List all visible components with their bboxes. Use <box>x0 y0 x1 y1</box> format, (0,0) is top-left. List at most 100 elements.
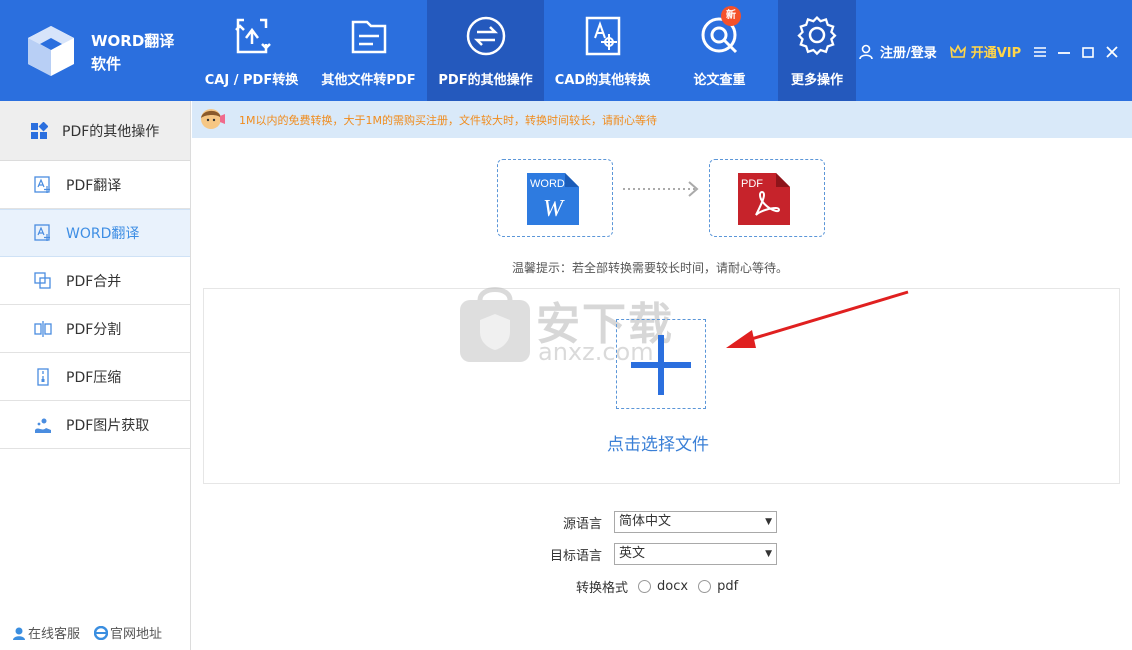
nav-thesis-check[interactable]: 论文查重 <box>661 0 778 101</box>
sidebar-header-label: PDF的其他操作 <box>62 123 160 140</box>
nav-cad-other[interactable]: CAD的其他转换 <box>544 0 661 101</box>
maximize-button[interactable] <box>1081 44 1095 60</box>
sidebar-item-label: PDF压缩 <box>66 369 122 386</box>
mascot-icon <box>201 109 225 129</box>
user-icon <box>859 44 873 59</box>
format-radio-docx[interactable]: docx <box>638 579 688 594</box>
nav-more-ops[interactable]: 更多操作 <box>778 0 856 101</box>
watermark: 安下载 anxz.com <box>458 284 672 368</box>
nav-other-to-pdf[interactable]: 其他文件转PDF <box>310 0 427 101</box>
conversion-arrow-icon <box>623 181 699 197</box>
watermark-logo-icon <box>460 287 530 362</box>
source-language-row: 源语言 简体中文 ▼ <box>552 511 777 533</box>
radio-circle <box>638 580 652 593</box>
sidebar-header: PDF的其他操作 <box>0 101 190 161</box>
sidebar-item-pdf-merge[interactable]: PDF合并 <box>0 257 190 305</box>
source-language-select[interactable]: 简体中文 ▼ <box>614 511 777 533</box>
pdf-file-tag: PDF <box>741 178 763 190</box>
sidebar-item-word-translate[interactable]: WORD翻译 <box>0 209 190 257</box>
menu-button[interactable] <box>1033 44 1047 60</box>
source-language-label: 源语言 <box>562 516 602 532</box>
choose-file-link[interactable]: 点击选择文件 <box>607 430 709 455</box>
gear-icon <box>797 16 837 56</box>
sidebar-item-label: PDF分割 <box>66 321 122 338</box>
nav-caj-pdf[interactable]: CAJ / PDF转换 <box>193 0 310 101</box>
sidebar-item-pdf-split[interactable]: PDF分割 <box>0 305 190 353</box>
add-file-button[interactable] <box>616 319 706 409</box>
conversion-tip: 温馨提示：若全部转换需要较长时间，请耐心等待。 <box>512 261 789 275</box>
nav-caj-pdf-label: CAJ / PDF转换 <box>204 73 299 88</box>
sidebar-footer: 在线客服 官网地址 <box>12 623 176 642</box>
nav-pdf-other-ops-label: PDF的其他操作 <box>438 73 533 88</box>
word-file-icon: WORD W <box>527 173 579 225</box>
nav-thesis-check-label: 论文查重 <box>693 73 746 88</box>
pdf-file-icon: PDF <box>738 173 790 225</box>
new-badge: 新 <box>721 6 741 26</box>
minimize-button[interactable] <box>1057 44 1071 60</box>
red-arrow-annotation <box>726 290 909 348</box>
headset-icon <box>13 627 25 640</box>
target-language-row: 目标语言 英文 ▼ <box>540 543 777 565</box>
word-file-letter: W <box>543 196 565 222</box>
image-extract-icon <box>35 418 51 433</box>
header-right: 注册/登录 开通VIP <box>858 42 1119 61</box>
dropdown-arrow-icon: ▼ <box>765 517 772 527</box>
exchange-icon <box>466 16 505 56</box>
app-title-line1: WORD翻译 <box>91 32 175 50</box>
nav-other-to-pdf-label: 其他文件转PDF <box>321 73 416 88</box>
radio-circle <box>698 580 712 593</box>
target-format-box: PDF <box>709 159 825 237</box>
register-login-label: 注册/登录 <box>880 46 937 61</box>
folder-icon <box>351 20 386 54</box>
source-language-value: 简体中文 <box>619 514 672 529</box>
notice-text: 1M以内的免费转换，大于1M的需购买注册，文件较大时，转换时间较长，请耐心等待 <box>239 114 657 127</box>
nav-more-ops-label: 更多操作 <box>790 73 843 88</box>
official-site-link[interactable]: 官网地址 <box>94 623 162 642</box>
nav-pdf-other-ops[interactable]: PDF的其他操作 <box>427 0 544 101</box>
caj-pdf-convert-icon <box>234 18 271 54</box>
target-language-value: 英文 <box>619 546 646 561</box>
online-service-link[interactable]: 在线客服 <box>12 623 80 642</box>
main-nav: CAJ / PDF转换 其他文件转PDF PDF的其他操作 CAD的其他转换 论… <box>193 0 856 101</box>
menu-icon <box>1034 46 1047 57</box>
online-service-label: 在线客服 <box>28 627 81 642</box>
format-docx-label: docx <box>657 579 689 594</box>
merge-icon <box>34 271 51 289</box>
format-pdf-label: pdf <box>717 579 739 594</box>
sidebar-item-pdf-translate[interactable]: PDF翻译 <box>0 161 190 209</box>
grid-icon <box>31 121 48 139</box>
plus-icon <box>631 335 691 395</box>
sidebar-item-pdf-compress[interactable]: PDF压缩 <box>0 353 190 401</box>
sidebar-item-label: WORD翻译 <box>66 226 140 242</box>
format-radio-pdf[interactable]: pdf <box>698 579 738 594</box>
dropdown-arrow-icon: ▼ <box>765 549 772 559</box>
output-format-label: 转换格式 <box>576 581 629 596</box>
source-format-box: WORD W <box>497 159 613 237</box>
app-header: WORD翻译 软件 CAJ / PDF转换 其他文件转PDF PDF的其他操作 … <box>0 0 1132 101</box>
split-icon <box>34 320 52 337</box>
app-logo <box>22 22 80 80</box>
translate-icon <box>34 224 50 241</box>
word-file-tag: WORD <box>530 178 565 190</box>
maximize-icon <box>1082 46 1094 58</box>
sidebar-item-label: PDF合并 <box>66 273 122 290</box>
vip-button[interactable]: 开通VIP <box>949 42 1021 61</box>
vip-label: 开通VIP <box>970 46 1022 61</box>
translate-icon <box>34 175 50 193</box>
close-icon <box>1106 45 1118 58</box>
app-title: WORD翻译 软件 <box>91 30 186 76</box>
minimize-icon <box>1058 51 1071 54</box>
nav-cad-other-label: CAD的其他转换 <box>554 73 651 88</box>
crown-icon <box>949 43 966 58</box>
register-login-button[interactable]: 注册/登录 <box>858 42 937 61</box>
sidebar-item-pdf-image-extract[interactable]: PDF图片获取 <box>0 401 190 449</box>
target-language-select[interactable]: 英文 ▼ <box>614 543 777 565</box>
cad-icon <box>585 16 620 56</box>
close-button[interactable] <box>1105 44 1119 60</box>
compress-icon <box>37 367 49 386</box>
sidebar-item-label: PDF图片获取 <box>66 417 150 434</box>
app-title-line2: 软件 <box>91 55 122 73</box>
sidebar: PDF的其他操作 PDF翻译 WORD翻译 PDF合并 PDF分割 PDF压缩 … <box>0 101 191 650</box>
sidebar-item-label: PDF翻译 <box>66 177 122 194</box>
target-language-label: 目标语言 <box>549 548 602 564</box>
